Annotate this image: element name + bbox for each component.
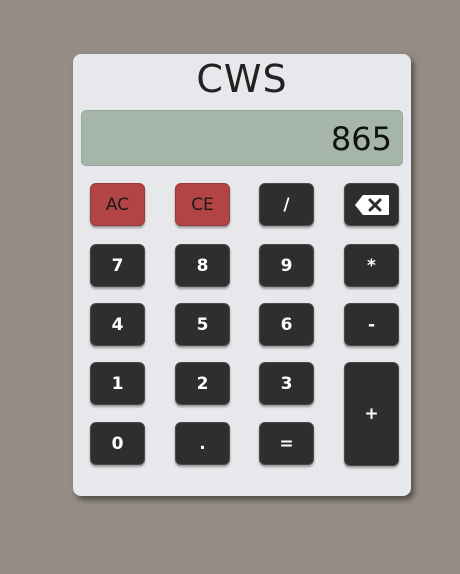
two-button[interactable]: 2 — [175, 362, 230, 405]
calculator: CWS 865 AC CE / 7 8 9 * 4 5 6 - 1 2 3 + … — [73, 54, 411, 496]
clear-entry-button[interactable]: CE — [175, 183, 230, 226]
display-value: 865 — [330, 120, 392, 158]
backspace-button[interactable] — [344, 183, 399, 226]
calculator-title: CWS — [196, 57, 288, 101]
zero-button[interactable]: 0 — [90, 422, 145, 465]
six-button[interactable]: 6 — [259, 303, 314, 346]
nine-button[interactable]: 9 — [259, 244, 314, 287]
eight-button[interactable]: 8 — [175, 244, 230, 287]
backspace-icon — [354, 194, 389, 215]
three-button[interactable]: 3 — [259, 362, 314, 405]
one-button[interactable]: 1 — [90, 362, 145, 405]
equals-button[interactable]: = — [259, 422, 314, 465]
decimal-button[interactable]: . — [175, 422, 230, 465]
five-button[interactable]: 5 — [175, 303, 230, 346]
clear-all-button[interactable]: AC — [90, 183, 145, 226]
divide-button[interactable]: / — [259, 183, 314, 226]
plus-button[interactable]: + — [344, 362, 399, 466]
four-button[interactable]: 4 — [90, 303, 145, 346]
display: 865 — [81, 110, 403, 166]
multiply-button[interactable]: * — [344, 244, 399, 287]
minus-button[interactable]: - — [344, 303, 399, 346]
seven-button[interactable]: 7 — [90, 244, 145, 287]
